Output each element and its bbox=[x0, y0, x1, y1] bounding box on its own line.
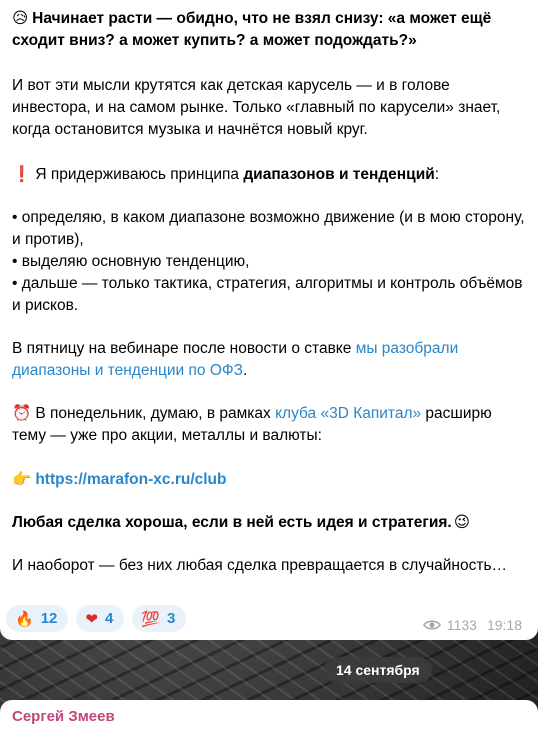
sender-name[interactable]: Сергей Змеев bbox=[12, 708, 115, 725]
reaction-count: 4 bbox=[104, 610, 114, 627]
reaction-heart[interactable]: ❤ 4 bbox=[76, 605, 125, 632]
reactions-bar: 🔥 12 ❤ 4 💯 3 bbox=[6, 605, 187, 632]
message-meta: 1133 19:18 bbox=[422, 617, 522, 633]
paragraph-carousel: И вот эти мысли крутятся как детская кар… bbox=[12, 77, 501, 138]
club-link[interactable]: клуба «3D Капитал» bbox=[275, 405, 421, 422]
paragraph-conclusion: И наоборот — без них любая сделка превра… bbox=[12, 557, 508, 574]
reaction-hundred[interactable]: 💯 3 bbox=[132, 605, 187, 632]
reaction-count: 12 bbox=[40, 610, 58, 627]
message-time: 19:18 bbox=[486, 617, 522, 633]
wink-face-icon: 😉 bbox=[453, 513, 470, 531]
paragraph-intro: 😥 Начинает расти — обидно, что не взял сн… bbox=[12, 7, 527, 52]
view-count: 1133 bbox=[446, 617, 477, 633]
heart-icon: ❤ bbox=[85, 609, 98, 628]
deal-text: Любая сделка хороша, если в ней есть иде… bbox=[12, 514, 452, 531]
hundred-points-icon: 💯 bbox=[141, 609, 160, 628]
alarm-clock-icon: ⏰ bbox=[12, 404, 32, 422]
reaction-count: 3 bbox=[166, 610, 176, 627]
exclamation-icon: ❗ bbox=[12, 165, 32, 183]
fire-icon: 🔥 bbox=[15, 609, 34, 628]
pointing-hand-icon: 👉 bbox=[12, 470, 32, 488]
club-url-link[interactable]: https://marafon-xc.ru/club bbox=[35, 471, 226, 488]
list-item: • выделяю основную тенденцию, bbox=[12, 253, 250, 270]
eye-icon bbox=[422, 620, 441, 630]
paragraph-monday: ⏰ В понедельник, думаю, в рамках клуба «3… bbox=[12, 402, 527, 447]
list-item: • определяю, в каком диапазоне возможно … bbox=[12, 209, 525, 248]
paragraph-principle: ❗ Я придерживаюсь принципа диапазонов и т… bbox=[12, 163, 527, 186]
monday-text: В понедельник, думаю, в рамках bbox=[35, 405, 276, 422]
next-message-bubble: Сергей Змеев bbox=[0, 700, 538, 740]
intro-text: Начинает расти — обидно, что не взял сни… bbox=[12, 10, 492, 49]
reaction-fire[interactable]: 🔥 12 bbox=[6, 605, 69, 632]
list-item: • дальше — только тактика, стратегия, ал… bbox=[12, 275, 523, 314]
principle-text: Я придерживаюсь принципа bbox=[35, 166, 244, 183]
date-divider: 14 сентября bbox=[324, 657, 432, 683]
webinar-end: . bbox=[243, 362, 248, 379]
principle-end: : bbox=[434, 166, 440, 183]
principle-bold: диапазонов и тенденций bbox=[243, 166, 435, 183]
paragraph-url: 👉 https://marafon-xc.ru/club bbox=[12, 468, 527, 491]
webinar-text: В пятницу на вебинаре после новости о ст… bbox=[12, 340, 356, 357]
message-bubble: 😥 Начинает расти — обидно, что не взял сн… bbox=[0, 0, 538, 640]
paragraph-deal: Любая сделка хороша, если в ней есть иде… bbox=[12, 511, 527, 534]
bullet-list: • определяю, в каком диапазоне возможно … bbox=[12, 207, 527, 317]
sad-face-icon: 😥 bbox=[12, 9, 29, 27]
paragraph-webinar: В пятницу на вебинаре после новости о ст… bbox=[12, 338, 527, 382]
